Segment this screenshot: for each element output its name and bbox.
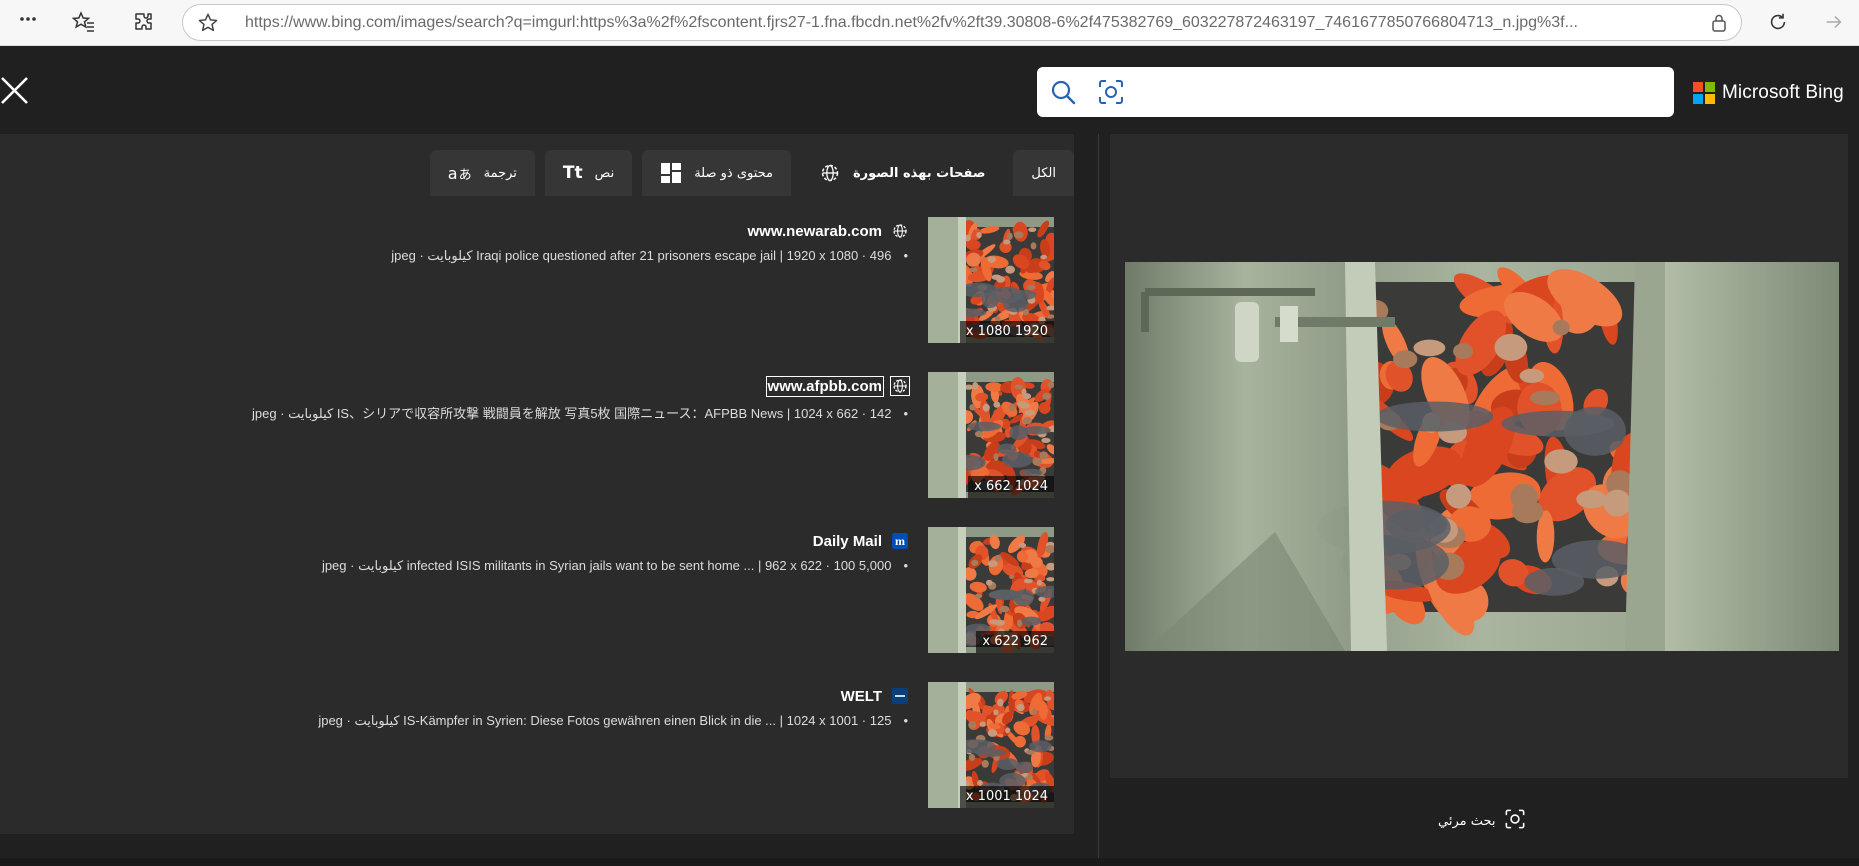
welt-icon [892,688,908,704]
result-site-link[interactable]: Daily Mail [813,533,882,550]
visual-search-label: بحث مرئي [1438,813,1496,829]
bing-logo[interactable]: Microsoft Bing [1693,81,1844,105]
preview-panel [1110,134,1848,778]
bing-header: Microsoft Bing [0,46,1859,134]
result-thumbnail[interactable]: x 1080 1920 [928,217,1054,343]
result-site-link[interactable]: www.newarab.com [748,223,882,240]
grid-icon [660,162,682,184]
preview-image[interactable] [1125,262,1839,651]
search-box [1037,67,1674,117]
address-bar[interactable]: https://www.bing.com/images/search?q=img… [182,4,1742,41]
result-description[interactable]: jpeg · كيلوبايت IS、シリアで収容所攻撃 戦闘員を解放 写真5枚… [252,406,891,421]
image-dimensions: x 1001 1024 [959,786,1054,808]
search-input[interactable] [1137,75,1657,109]
result-item[interactable]: www.afpbb.com jpeg · كيلوبايت IS、シリアで収容所… [14,372,1054,498]
brand-name: Microsoft Bing [1722,82,1844,103]
result-item[interactable]: WELT jpeg · كيلوبايت IS-Kämpfer in Syrie… [14,682,1054,808]
url-text[interactable]: https://www.bing.com/images/search?q=img… [245,5,1691,40]
refresh-icon[interactable] [1762,6,1794,38]
favorites-icon[interactable] [68,6,100,38]
dailymail-icon: m [892,533,908,549]
image-dimensions: x 622 962 [976,631,1054,653]
translate-icon: aあ [447,163,472,183]
image-dimensions: x 662 1024 [968,476,1054,498]
extensions-icon[interactable] [128,6,160,38]
star-icon[interactable] [193,7,223,39]
browser-toolbar: https://www.bing.com/images/search?q=img… [0,0,1859,46]
tab-text[interactable]: Tt نص [544,150,633,196]
result-description[interactable]: jpeg · كيلوبايت Iraqi police questioned … [391,248,891,263]
image-dimensions: x 1080 1920 [959,321,1054,343]
visual-search-icon[interactable] [1097,78,1125,106]
result-thumbnail[interactable]: x 1001 1024 [928,682,1054,808]
results-panel: الكل صفحات بهذه الصورة محتوى ذو صلة Tt ن… [0,134,1074,834]
visual-search-button[interactable]: بحث مرئي [1438,808,1526,834]
result-item[interactable]: www.newarab.com jpeg · كيلوبايت Iraqi po… [14,217,1054,343]
bottom-strip [0,858,1859,866]
result-site-link[interactable]: www.afpbb.com [765,375,885,397]
tab-translate[interactable]: aあ ترجمة [429,150,535,196]
result-item[interactable]: m Daily Mail jpeg · كيلوبايت infected IS… [14,527,1054,653]
result-thumbnail[interactable]: x 662 1024 [928,372,1054,498]
tab-label: نص [594,165,615,181]
globe-icon [819,162,841,184]
result-description[interactable]: jpeg · كيلوبايت infected ISIS militants … [322,558,892,573]
result-thumbnail[interactable]: x 622 962 [928,527,1054,653]
globe-icon [892,223,908,239]
tab-label: الكل [1031,165,1056,181]
lock-icon[interactable] [1709,13,1729,33]
microsoft-logo-icon [1693,82,1715,104]
panel-divider [1098,134,1099,858]
tab-label: ترجمة [483,165,517,181]
visual-search-icon [1504,808,1526,834]
tab-related-content[interactable]: محتوى ذو صلة [642,150,791,196]
result-site-link[interactable]: WELT [841,688,882,705]
forward-icon[interactable] [1818,6,1850,38]
search-icon[interactable] [1049,78,1077,106]
tab-pages-with-image[interactable]: صفحات بهذه الصورة [801,150,1004,196]
tab-all[interactable]: الكل [1013,150,1074,196]
close-icon[interactable] [0,72,30,108]
result-description[interactable]: jpeg · كيلوبايت IS-Kämpfer in Syrien: Di… [318,713,891,728]
tab-label: صفحات بهذه الصورة [853,165,986,181]
text-icon: Tt [562,163,583,183]
more-icon[interactable] [12,6,44,38]
globe-icon [890,376,910,396]
tab-label: محتوى ذو صلة [694,165,773,181]
svg-text:m: m [895,534,905,548]
tab-bar: الكل صفحات بهذه الصورة محتوى ذو صلة Tt ن… [420,150,1074,198]
